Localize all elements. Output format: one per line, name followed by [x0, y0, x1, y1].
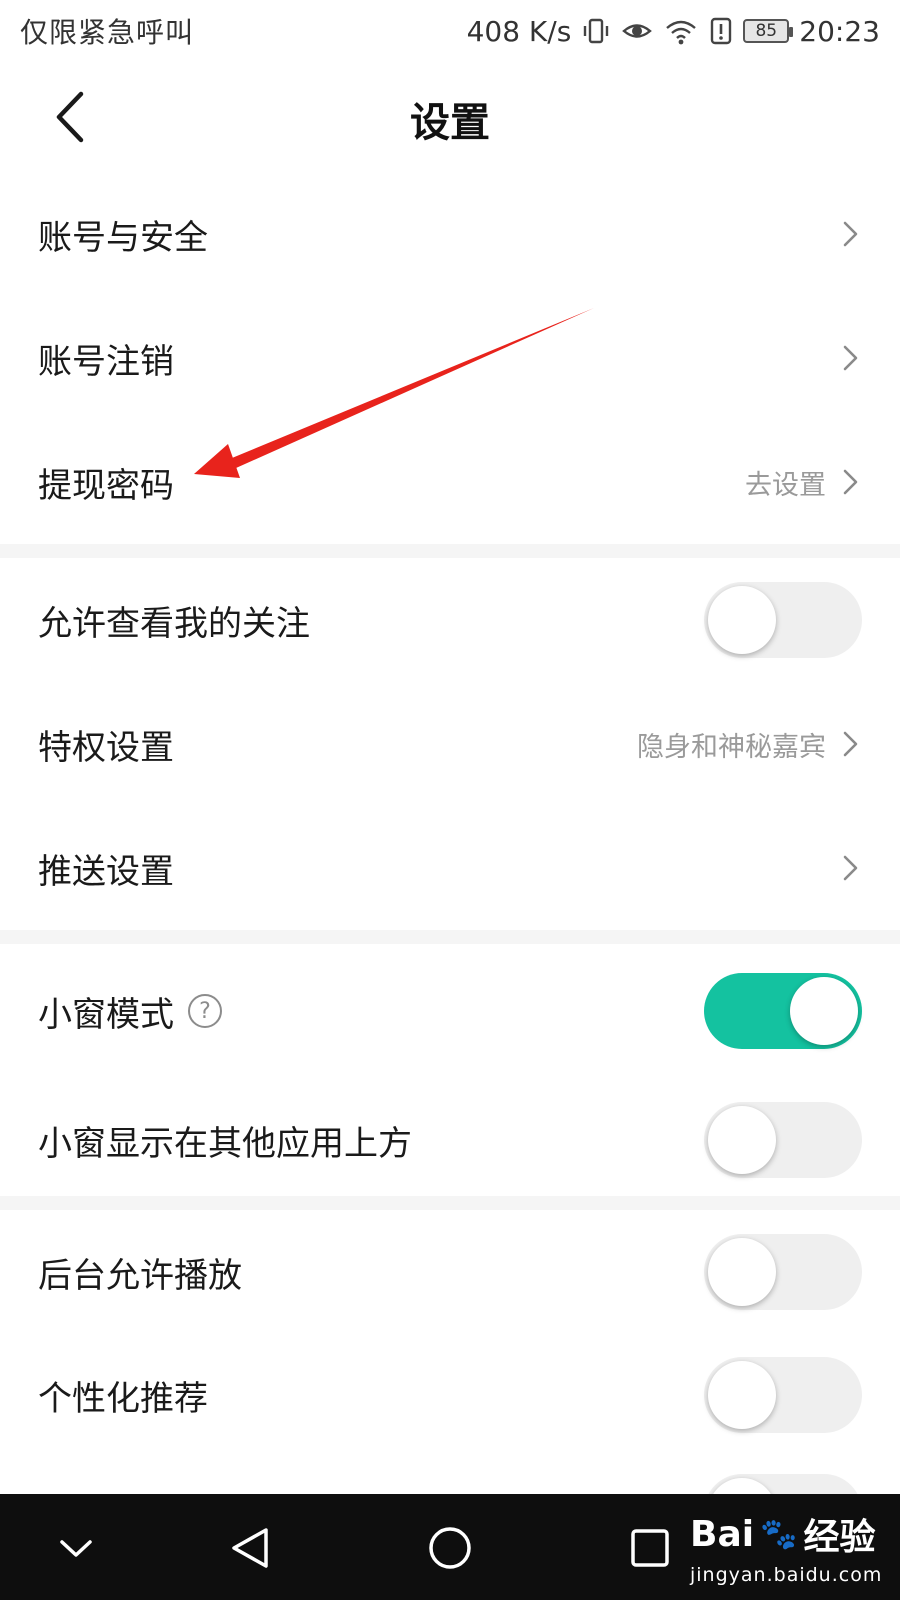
- network-speed: 408 K/s: [466, 14, 572, 48]
- collapse-button[interactable]: [44, 1516, 108, 1580]
- collapse-chevron-icon: [60, 1540, 92, 1557]
- setting-privilege[interactable]: 特权设置 隐身和神秘嘉宾: [0, 682, 900, 806]
- chevron-right-icon: [843, 345, 858, 371]
- playback-group: 后台允许播放 个性化推荐: [0, 1208, 900, 1454]
- clock: 20:23: [799, 14, 880, 48]
- nav-home-button[interactable]: [418, 1516, 482, 1580]
- privacy-group: 允许查看我的关注 特权设置 隐身和神秘嘉宾 推送设置: [0, 558, 900, 930]
- battery-icon: 85: [743, 19, 794, 43]
- row-label: 推送设置: [38, 851, 174, 892]
- chevron-right-icon: [843, 221, 858, 247]
- back-triangle-icon: [232, 1528, 268, 1568]
- setting-background-play: 后台允许播放: [0, 1208, 900, 1336]
- row-label: 特权设置: [38, 727, 174, 768]
- row-label: 小窗显示在其他应用上方: [38, 1123, 412, 1164]
- setting-account-security[interactable]: 账号与安全: [0, 172, 900, 296]
- question-circle-icon[interactable]: ?: [188, 994, 222, 1028]
- recents-square-icon: [631, 1529, 669, 1567]
- setting-withdraw-password[interactable]: 提现密码 去设置: [0, 420, 900, 544]
- alert-icon: [711, 17, 732, 45]
- chevron-right-icon: [843, 855, 858, 881]
- setting-mini-window: 小窗模式 ?: [0, 944, 900, 1078]
- row-label: 后台允许播放: [38, 1255, 242, 1296]
- next-row-toggle-partial: [704, 1474, 862, 1494]
- home-circle-icon: [429, 1527, 471, 1569]
- row-label: 个性化推荐: [38, 1378, 208, 1419]
- mini-window-group: 小窗模式 ? 小窗显示在其他应用上方: [0, 944, 900, 1202]
- page-title: 设置: [410, 100, 490, 146]
- personalized-toggle[interactable]: [704, 1357, 862, 1433]
- setting-overlay-other-apps: 小窗显示在其他应用上方: [0, 1078, 900, 1202]
- eye-icon: [622, 24, 653, 38]
- carrier-text: 仅限紧急呼叫: [20, 16, 195, 49]
- vibrate-icon: [584, 18, 609, 44]
- status-bar: 仅限紧急呼叫 408 K/s 85 20:23: [0, 0, 900, 62]
- watermark-brand: Bai 🐾 经验: [690, 1508, 890, 1560]
- background-play-toggle[interactable]: [704, 1234, 862, 1310]
- setting-push[interactable]: 推送设置: [0, 806, 900, 930]
- chevron-right-icon: [843, 731, 858, 757]
- overlay-toggle[interactable]: [704, 1102, 862, 1178]
- follow-visibility-toggle[interactable]: [704, 582, 862, 658]
- row-label: 账号与安全: [38, 217, 208, 258]
- baidu-jingyan-watermark: Bai 🐾 经验 jingyan.baidu.com: [690, 1508, 890, 1587]
- account-group: 账号与安全 账号注销 提现密码 去设置: [0, 172, 900, 544]
- section-divider: [0, 544, 900, 558]
- row-label: 账号注销: [38, 341, 174, 382]
- watermark-brand-text: Bai: [690, 1513, 755, 1555]
- row-label: 提现密码: [38, 465, 174, 506]
- status-icons: 408 K/s 85 20:23: [467, 15, 880, 48]
- hidden-toggle[interactable]: [704, 1474, 862, 1494]
- row-value: 去设置: [745, 469, 826, 501]
- chevron-right-icon: [843, 469, 858, 495]
- watermark-url: jingyan.baidu.com: [690, 1564, 883, 1586]
- section-divider: [0, 930, 900, 944]
- wifi-icon: [666, 20, 697, 45]
- row-label: 小窗模式: [38, 994, 174, 1035]
- setting-personalized-recommend: 个性化推荐: [0, 1336, 900, 1454]
- row-label: 允许查看我的关注: [38, 603, 310, 644]
- nav-back-button[interactable]: [218, 1516, 282, 1580]
- row-value: 隐身和神秘嘉宾: [637, 731, 826, 763]
- nav-recents-button[interactable]: [618, 1516, 682, 1580]
- paw-icon: 🐾: [760, 1516, 798, 1552]
- mini-window-toggle[interactable]: [704, 973, 862, 1049]
- setting-allow-view-follows: 允许查看我的关注: [0, 558, 900, 682]
- watermark-brand-suffix: 经验: [803, 1517, 876, 1558]
- header: 设置: [0, 62, 900, 172]
- system-nav-bar: Bai 🐾 经验 jingyan.baidu.com: [0, 1494, 900, 1600]
- setting-account-cancel[interactable]: 账号注销: [0, 296, 900, 420]
